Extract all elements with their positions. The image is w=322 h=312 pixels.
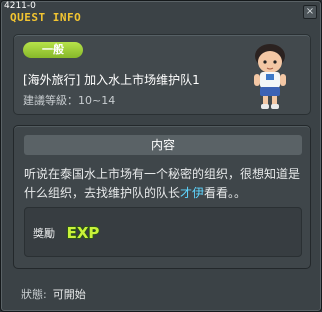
reward-box: 獎勵 EXP <box>24 207 302 257</box>
level-requirement: 建議等級：10~14 <box>23 94 116 107</box>
content-header: 内容 <box>24 135 302 155</box>
reward-label: 獎勵 <box>33 227 55 240</box>
status-value: 可開始 <box>52 288 86 301</box>
exp-reward-icon[interactable]: EXP <box>65 220 101 244</box>
npc-portrait <box>254 44 286 109</box>
npc-name-link[interactable]: 才伊 <box>180 186 204 200</box>
window-title: QUEST INFO <box>10 11 82 24</box>
quest-status: 狀態: 可開始 <box>21 286 86 302</box>
quest-id: 4211-0 <box>4 1 36 11</box>
exp-reward-text: EXP <box>67 224 100 242</box>
close-button[interactable]: × <box>303 5 317 19</box>
description-text-1: 听说在泰国水上市场有一个秘密的组织，很想知道是什么组织，去找维护队的队长 <box>24 167 301 200</box>
quest-description: 听说在泰国水上市场有一个秘密的组织，很想知道是什么组织，去找维护队的队长才伊看看… <box>24 165 302 203</box>
description-text-2: 看看。。 <box>204 186 247 200</box>
quest-type-badge: 一般 <box>23 42 83 58</box>
quest-info-window: 4211-0 QUEST INFO × 一般 [海外旅行] 加入水上市场维护队1… <box>0 0 322 312</box>
quest-content-panel: 内容 听说在泰国水上市场有一个秘密的组织，很想知道是什么组织，去找维护队的队长才… <box>13 125 311 269</box>
status-label: 狀態: <box>21 288 47 301</box>
quest-name: [海外旅行] 加入水上市场维护队1 <box>23 73 200 87</box>
quest-summary-panel: 一般 [海外旅行] 加入水上市场维护队1 建議等級：10~14 <box>13 34 311 115</box>
